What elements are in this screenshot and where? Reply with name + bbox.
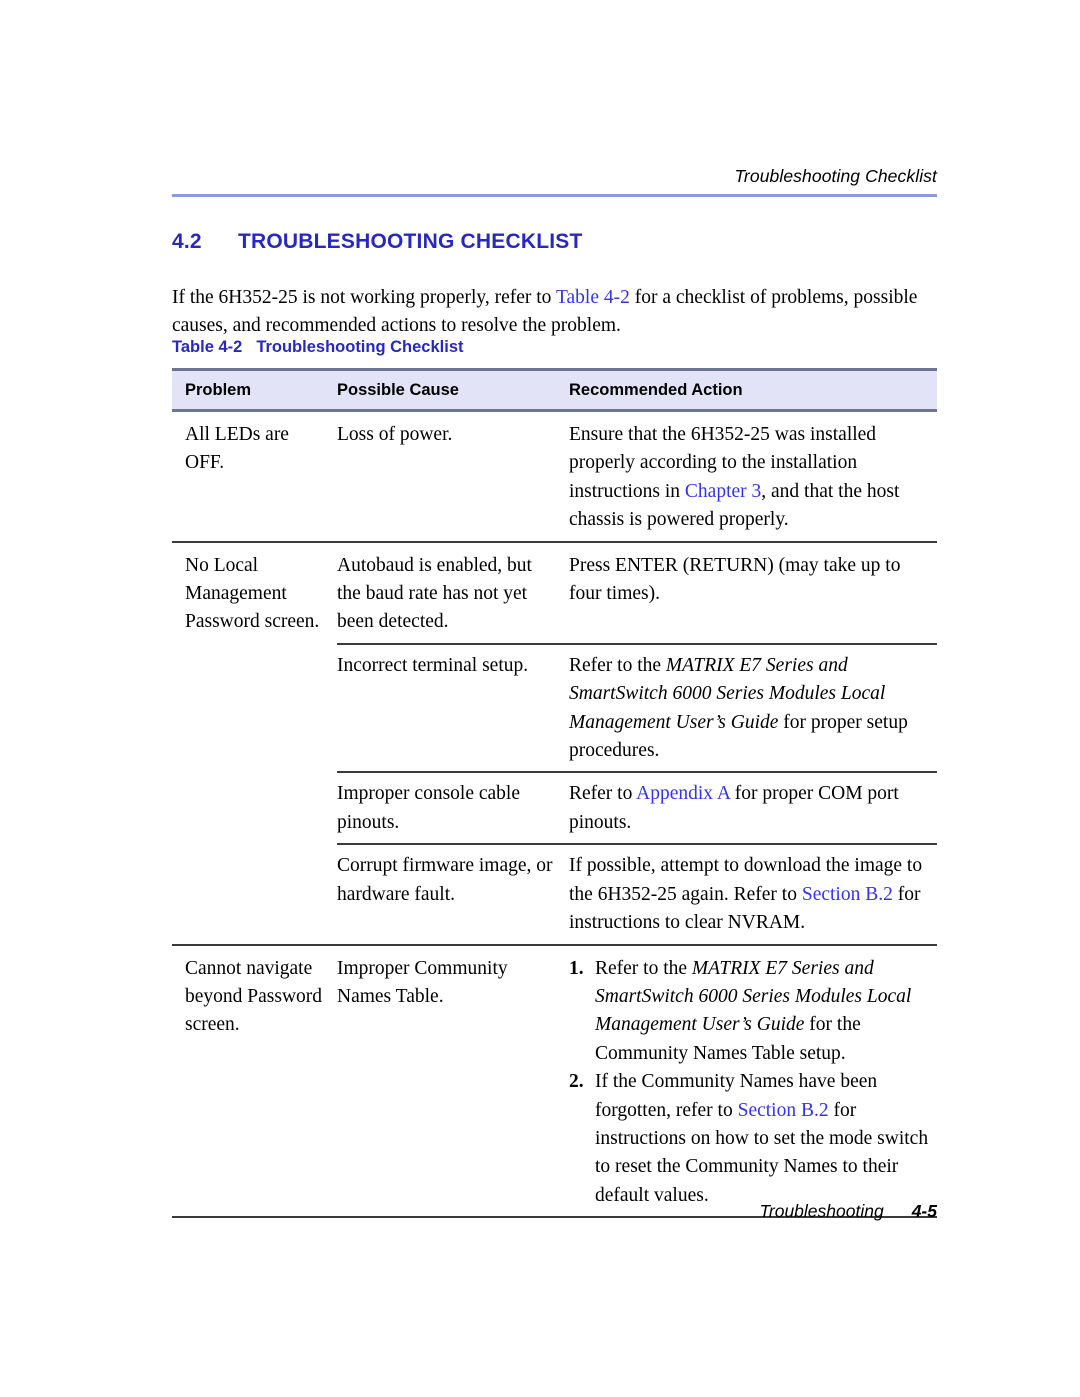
list-item: 2. If the Community Names have been forgo… xyxy=(569,1068,937,1210)
cell-recommended-action: 1. Refer to the MATRIX E7 Series and Smar… xyxy=(569,955,937,1211)
cell-problem-spacer xyxy=(172,652,337,766)
table-subrow: Corrupt firmware image, or hardware faul… xyxy=(172,843,937,943)
cell-recommended-action: Refer to the MATRIX E7 Series and SmartS… xyxy=(569,652,937,766)
table-row: No Local Management Password screen. Aut… xyxy=(172,540,937,643)
link-section-b2[interactable]: Section B.2 xyxy=(738,1100,829,1121)
cell-problem: No Local Management Password screen. xyxy=(185,554,320,633)
column-header-recommended-action: Recommended Action xyxy=(569,380,743,399)
cell-problem-spacer xyxy=(172,780,337,837)
column-header-possible-cause: Possible Cause xyxy=(337,380,459,399)
intro-paragraph: If the 6H352-25 is not working properly,… xyxy=(172,284,940,340)
cell-possible-cause: Autobaud is enabled, but the baud rate h… xyxy=(337,554,532,633)
cell-possible-cause: Corrupt firmware image, or hardware faul… xyxy=(337,855,553,905)
table-row: All LEDs are OFF. Loss of power. Ensure … xyxy=(172,412,937,541)
table-caption: Table 4-2 Troubleshooting Checklist xyxy=(172,338,464,357)
link-appendix-a[interactable]: Appendix A xyxy=(636,783,730,804)
cell-recommended-action: Refer to Appendix A for proper COM port … xyxy=(569,780,937,837)
troubleshooting-table: Problem Possible Cause Recommended Actio… xyxy=(172,368,937,1219)
table-caption-number: Table 4-2 xyxy=(172,338,243,356)
section-title: TROUBLESHOOTING CHECKLIST xyxy=(238,230,583,253)
section-heading: 4.2 TROUBLESHOOTING CHECKLIST xyxy=(172,230,583,254)
link-table-4-2[interactable]: Table 4-2 xyxy=(556,287,630,308)
cell-problem-spacer xyxy=(172,852,337,937)
column-header-problem: Problem xyxy=(185,380,252,399)
cell-recommended-action: Press ENTER (RETURN) (may take up to fou… xyxy=(569,554,901,605)
header-rule xyxy=(172,194,937,197)
footer-page-number: 4-5 xyxy=(911,1201,937,1221)
section-number: 4.2 xyxy=(172,230,202,253)
action-text-part1: Refer to xyxy=(569,783,637,805)
cell-recommended-action: If possible, attempt to download the ima… xyxy=(569,852,937,937)
list-marker: 1. xyxy=(569,957,584,979)
document-page: Troubleshooting Checklist 4.2 TROUBLESHOO… xyxy=(0,0,1080,1397)
table-subrow: Improper console cable pinouts. Refer to… xyxy=(172,771,937,843)
table-header-row: Problem Possible Cause Recommended Actio… xyxy=(172,368,937,412)
list-marker: 2. xyxy=(569,1071,584,1093)
list-item: 1. Refer to the MATRIX E7 Series and Smar… xyxy=(569,955,937,1069)
table-row: Cannot navigate beyond Password screen. … xyxy=(172,943,937,1217)
list-text-part1: Refer to the xyxy=(595,957,692,979)
intro-text-part1: If the 6H352-25 is not working properly,… xyxy=(172,286,556,308)
link-chapter-3[interactable]: Chapter 3 xyxy=(685,481,761,502)
footer-section-name: Troubleshooting xyxy=(759,1201,884,1221)
cell-possible-cause: Incorrect terminal setup. xyxy=(337,654,529,676)
cell-possible-cause: Improper Community Names Table. xyxy=(337,957,508,1007)
link-section-b2[interactable]: Section B.2 xyxy=(802,884,893,905)
cell-possible-cause: Loss of power. xyxy=(337,424,453,445)
action-text-part1: Refer to the xyxy=(569,654,666,676)
running-header: Troubleshooting Checklist xyxy=(734,166,937,186)
cell-problem: Cannot navigate beyond Password screen. xyxy=(185,957,323,1036)
cell-problem: All LEDs are OFF. xyxy=(185,424,289,474)
cell-recommended-action: Ensure that the 6H352-25 was installed p… xyxy=(569,421,937,535)
page-footer: Troubleshooting 4-5 xyxy=(172,1201,938,1222)
table-subrow: Incorrect terminal setup. Refer to the M… xyxy=(172,642,937,772)
action-numbered-list: 1. Refer to the MATRIX E7 Series and Smar… xyxy=(569,955,937,1211)
table-caption-title: Troubleshooting Checklist xyxy=(256,338,464,356)
cell-possible-cause: Improper console cable pinouts. xyxy=(337,783,521,833)
